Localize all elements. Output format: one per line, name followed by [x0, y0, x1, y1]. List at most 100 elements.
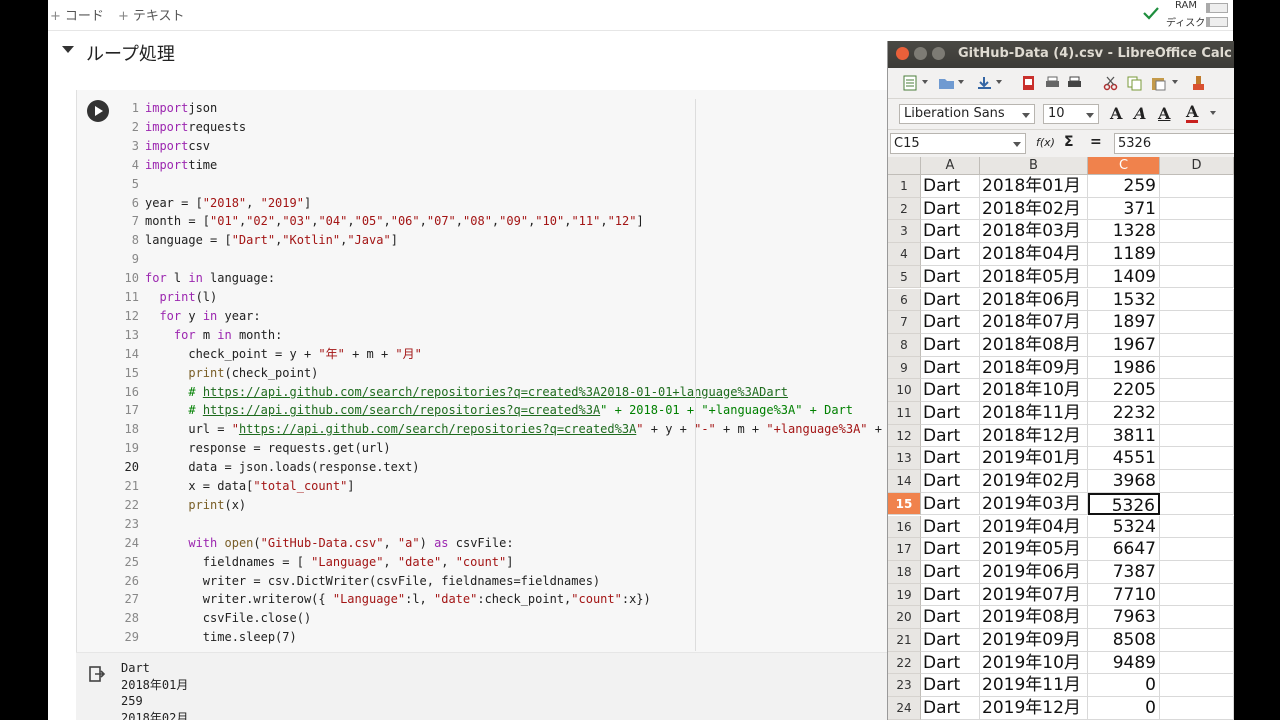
code-line[interactable]: 29 time.sleep(7)	[113, 628, 873, 647]
cell-c[interactable]: 1897	[1088, 311, 1160, 334]
code-line[interactable]: 15 print(check_point)	[113, 364, 873, 383]
row-header[interactable]: 4	[888, 243, 921, 266]
font-color-button[interactable]: A	[1186, 104, 1199, 123]
cell-b[interactable]: 2019年11月	[980, 674, 1088, 698]
cell-d[interactable]	[1160, 243, 1234, 266]
resource-monitor[interactable]: RAM ディスク	[1138, 0, 1233, 30]
code-line[interactable]: 6 year = ["2018", "2019"]	[113, 194, 873, 213]
row-header[interactable]: 21	[888, 629, 921, 652]
cell-c[interactable]: 1189	[1088, 243, 1160, 266]
row-header[interactable]: 13	[888, 447, 921, 471]
cell-d[interactable]	[1160, 424, 1234, 448]
formula-button[interactable]: =	[1090, 134, 1102, 150]
cell-c[interactable]: 1328	[1088, 220, 1160, 244]
code-line[interactable]: 20 data = json.loads(response.text)	[113, 458, 873, 477]
cell-b[interactable]: 2019年08月	[980, 606, 1088, 629]
cell-d[interactable]	[1160, 447, 1234, 471]
output-clear-icon[interactable]	[88, 665, 106, 683]
code-cell[interactable]: 1 importjson 2 importrequests 3 importcsv 4 imp…	[76, 90, 897, 720]
cell-c[interactable]: 6647	[1088, 538, 1160, 561]
cell-a[interactable]: Dart	[921, 606, 980, 629]
spreadsheet-grid[interactable]: ABCD 1 Dart 2018年01月 259 2 Dart 2018年02月 371 3 Da…	[888, 157, 1234, 720]
code-line[interactable]: 10 for l in language:	[113, 269, 873, 288]
add-text-button[interactable]: + テキスト	[118, 5, 185, 24]
collapse-caret-icon[interactable]	[62, 46, 74, 53]
code-line[interactable]: 19 response = requests.get(url)	[113, 439, 873, 458]
select-all-corner[interactable]	[888, 157, 921, 174]
function-wizard-button[interactable]: f(x)	[1036, 136, 1055, 149]
maximize-window-button[interactable]	[932, 47, 945, 60]
cell-a[interactable]: Dart	[921, 560, 980, 584]
row-header[interactable]: 3	[888, 220, 921, 244]
cell-a[interactable]: Dart	[921, 538, 980, 561]
column-header-a[interactable]: A	[921, 157, 980, 174]
cell-a[interactable]: Dart	[921, 515, 980, 539]
paste-icon[interactable]	[1150, 75, 1167, 91]
dropdown-arrow-icon[interactable]	[922, 80, 928, 84]
code-line[interactable]: 2 importrequests	[113, 118, 873, 137]
code-line[interactable]: 22 print(x)	[113, 496, 873, 515]
cell-d[interactable]	[1160, 197, 1234, 221]
cell-d[interactable]	[1160, 265, 1234, 289]
cell-c[interactable]: 0	[1088, 674, 1160, 698]
column-header-c[interactable]: C	[1088, 157, 1160, 174]
cell-c[interactable]: 7387	[1088, 560, 1160, 584]
cell-a[interactable]: Dart	[921, 697, 980, 720]
cell-a[interactable]: Dart	[921, 197, 980, 221]
cell-b[interactable]: 2018年03月	[980, 220, 1088, 244]
cell-b[interactable]: 2018年12月	[980, 424, 1088, 448]
cell-d[interactable]	[1160, 515, 1234, 539]
cell-a[interactable]: Dart	[921, 583, 980, 607]
row-header[interactable]: 18	[888, 560, 921, 584]
cell-c[interactable]: 7710	[1088, 583, 1160, 607]
cell-d[interactable]	[1160, 288, 1234, 312]
cell-c[interactable]: 2205	[1088, 379, 1160, 402]
cell-d[interactable]	[1160, 583, 1234, 607]
save-icon[interactable]	[976, 75, 993, 91]
code-line[interactable]: 21 x = data["total_count"]	[113, 477, 873, 496]
row-header[interactable]: 23	[888, 674, 921, 698]
cell-b[interactable]: 2018年06月	[980, 288, 1088, 312]
code-line[interactable]: 8 language = ["Dart","Kotlin","Java"]	[113, 231, 873, 250]
cell-d[interactable]	[1160, 560, 1234, 584]
sum-button[interactable]: Σ	[1064, 134, 1074, 150]
cell-a[interactable]: Dart	[921, 288, 980, 312]
row-header[interactable]: 6	[888, 288, 921, 312]
code-line[interactable]: 27 writer.writerow({ "Language":l, "date…	[113, 590, 873, 609]
formula-input[interactable]: 5326	[1114, 133, 1234, 154]
italic-button[interactable]: A	[1134, 104, 1146, 123]
cell-c[interactable]: 3811	[1088, 424, 1160, 448]
cell-a[interactable]: Dart	[921, 447, 980, 471]
row-header[interactable]: 11	[888, 402, 921, 425]
row-header[interactable]: 19	[888, 583, 921, 607]
close-window-button[interactable]	[896, 47, 909, 60]
cell-b[interactable]: 2019年06月	[980, 560, 1088, 584]
code-line[interactable]: 3 importcsv	[113, 137, 873, 156]
font-size-combobox[interactable]: 10	[1043, 104, 1099, 124]
cell-b[interactable]: 2018年05月	[980, 265, 1088, 289]
row-header[interactable]: 7	[888, 311, 921, 334]
code-line[interactable]: 14 check_point = y + "年" + m + "月"	[113, 345, 873, 364]
dropdown-arrow-icon[interactable]	[958, 80, 964, 84]
cell-b[interactable]: 2019年01月	[980, 447, 1088, 471]
code-line[interactable]: 9	[113, 250, 873, 269]
cell-c[interactable]: 2232	[1088, 402, 1160, 425]
export-pdf-icon[interactable]	[1020, 75, 1037, 91]
cell-a[interactable]: Dart	[921, 674, 980, 698]
cut-icon[interactable]	[1102, 75, 1119, 91]
bold-button[interactable]: A	[1110, 104, 1122, 123]
font-name-combobox[interactable]: Liberation Sans	[899, 104, 1035, 124]
window-titlebar[interactable]: GitHub-Data (4).csv - LibreOffice Calc	[888, 41, 1234, 68]
code-line[interactable]: 18 url = "https://api.github.com/search/…	[113, 420, 897, 439]
cell-d[interactable]	[1160, 651, 1234, 675]
cell-d[interactable]	[1160, 492, 1234, 516]
cell-b[interactable]: 2018年08月	[980, 333, 1088, 357]
run-cell-button[interactable]	[87, 100, 109, 122]
cell-b[interactable]: 2019年12月	[980, 697, 1088, 720]
row-header[interactable]: 20	[888, 606, 921, 629]
cell-d[interactable]	[1160, 220, 1234, 244]
cell-c[interactable]: 5326	[1088, 492, 1160, 516]
code-line[interactable]: 12 for y in year:	[113, 307, 873, 326]
row-header[interactable]: 2	[888, 197, 921, 221]
row-header[interactable]: 17	[888, 538, 921, 561]
